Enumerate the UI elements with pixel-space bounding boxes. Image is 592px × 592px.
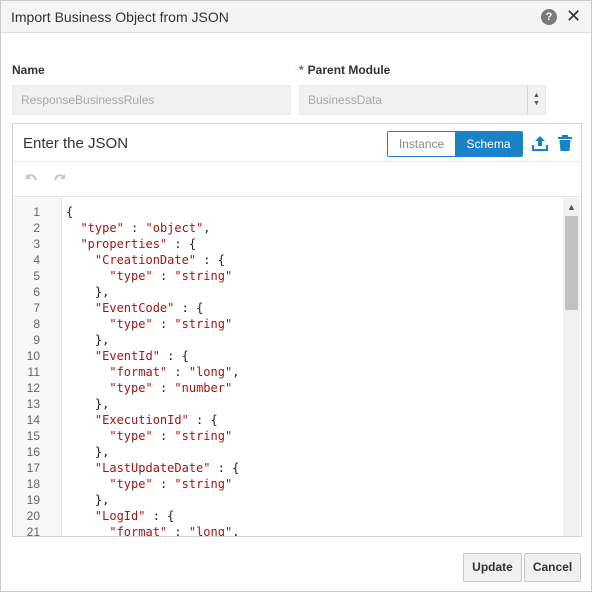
update-button[interactable]: Update — [463, 553, 522, 582]
select-arrows-icon: ▲ ▼ — [527, 86, 545, 114]
code-line: 3 "properties" : { — [13, 236, 561, 252]
code-text: "type" : "string" — [109, 269, 233, 283]
code-line: 10 "EventId" : { — [13, 348, 561, 364]
code-line: 1{ — [13, 204, 561, 220]
line-number: 2 — [33, 221, 40, 235]
code-text: "EventCode" : { — [94, 301, 204, 315]
instance-mode-button[interactable]: Instance — [388, 132, 455, 156]
line-number: 6 — [33, 285, 40, 299]
help-icon[interactable]: ? — [541, 9, 557, 25]
code-line: 13 }, — [13, 396, 561, 412]
line-number: 19 — [26, 493, 40, 507]
code-line: 11 "format" : "long", — [13, 364, 561, 380]
cancel-button[interactable]: Cancel — [524, 553, 581, 582]
line-number: 17 — [26, 461, 40, 475]
line-number: 15 — [26, 429, 40, 443]
line-number: 8 — [33, 317, 40, 331]
editor-title: Enter the JSON — [23, 135, 129, 152]
code-text: "ExecutionId" : { — [94, 413, 218, 427]
line-number: 7 — [33, 301, 40, 315]
code-line: 5 "type" : "string" — [13, 268, 561, 284]
line-number: 5 — [33, 269, 40, 283]
code-text: "type" : "string" — [109, 429, 233, 443]
code-text: "format" : "long", — [109, 365, 240, 379]
code-line: 16 }, — [13, 444, 561, 460]
code-line: 21 "format" : "long", — [13, 524, 561, 536]
code-line: 19 }, — [13, 492, 561, 508]
editor-header: Enter the JSON Instance Schema — [13, 124, 581, 162]
parent-module-select[interactable]: BusinessData ▲ ▼ — [299, 85, 546, 115]
code-line: 4 "CreationDate" : { — [13, 252, 561, 268]
code-text: "LastUpdateDate" : { — [94, 461, 240, 475]
json-editor-panel: Enter the JSON Instance Schema 1 {2 "ty… — [12, 123, 582, 537]
line-number: 13 — [26, 397, 40, 411]
dialog-titlebar: Import Business Object from JSON ? ✕ — [1, 1, 591, 33]
scroll-thumb[interactable] — [565, 216, 578, 310]
editor-scrollbar[interactable]: ▲ — [563, 198, 580, 536]
line-number: 16 — [26, 445, 40, 459]
line-number: 20 — [26, 509, 40, 523]
line-number: 21 — [26, 525, 40, 536]
code-line: 9 }, — [13, 332, 561, 348]
code-text: "type" : "number" — [109, 381, 233, 395]
import-json-dialog: Import Business Object from JSON ? ✕ Nam… — [0, 0, 592, 592]
redo-icon[interactable] — [53, 170, 69, 186]
parent-module-value: BusinessData — [308, 93, 383, 107]
parent-module-label: * Parent Module — [299, 63, 390, 77]
parent-module-label-text: Parent Module — [307, 63, 391, 77]
line-number: 14 — [26, 413, 40, 427]
code-line: 18 "type" : "string" — [13, 476, 561, 492]
line-number: 12 — [26, 381, 40, 395]
trash-icon[interactable] — [556, 134, 574, 152]
line-number: 10 — [26, 349, 40, 363]
line-number: 9 — [33, 333, 40, 347]
code-text: "EventId" : { — [94, 349, 189, 363]
code-text: { — [66, 205, 74, 219]
code-text: }, — [66, 285, 110, 299]
schema-mode-button[interactable]: Schema — [455, 132, 522, 156]
code-line: 2 "type" : "object", — [13, 220, 561, 236]
code-text: "format" : "long", — [109, 525, 240, 536]
code-line: 6 }, — [13, 284, 561, 300]
line-number: 11 — [27, 365, 40, 379]
code-text: "type" : "string" — [109, 317, 233, 331]
line-number: 1 — [33, 205, 40, 219]
code-line: 14 "ExecutionId" : { — [13, 412, 561, 428]
code-text: "CreationDate" : { — [94, 253, 225, 267]
upload-icon[interactable] — [531, 134, 549, 152]
code-text: }, — [66, 493, 110, 507]
code-text: "properties" : { — [80, 237, 197, 251]
editor-toolbar — [13, 162, 581, 197]
close-icon[interactable]: ✕ — [566, 6, 581, 26]
code-line: 12 "type" : "number" — [13, 380, 561, 396]
scroll-up-arrow-icon[interactable]: ▲ — [563, 202, 580, 212]
name-field[interactable]: ResponseBusinessRules — [12, 85, 291, 115]
code-text: }, — [66, 445, 110, 459]
undo-icon[interactable] — [22, 170, 38, 186]
required-marker: * — [299, 63, 304, 77]
code-line: 7 "EventCode" : { — [13, 300, 561, 316]
code-text: }, — [66, 397, 110, 411]
code-line: 17 "LastUpdateDate" : { — [13, 460, 561, 476]
name-field-value: ResponseBusinessRules — [21, 93, 155, 107]
dialog-title: Import Business Object from JSON — [11, 9, 229, 25]
code-line: 8 "type" : "string" — [13, 316, 561, 332]
code-line: 15 "type" : "string" — [13, 428, 561, 444]
json-code-editor[interactable]: 1{2 "type" : "object", 3 "properties" : {… — [13, 198, 581, 536]
code-text: "type" : "string" — [109, 477, 233, 491]
line-number: 3 — [33, 237, 40, 251]
mode-toggle: Instance Schema — [387, 131, 523, 157]
line-number: 4 — [33, 253, 40, 267]
name-label: Name — [12, 63, 45, 77]
code-text: }, — [66, 333, 110, 347]
code-text: "LogId" : { — [94, 509, 175, 523]
code-text: "type" : "object", — [80, 221, 211, 235]
line-number: 18 — [26, 477, 40, 491]
code-line: 20 "LogId" : { — [13, 508, 561, 524]
